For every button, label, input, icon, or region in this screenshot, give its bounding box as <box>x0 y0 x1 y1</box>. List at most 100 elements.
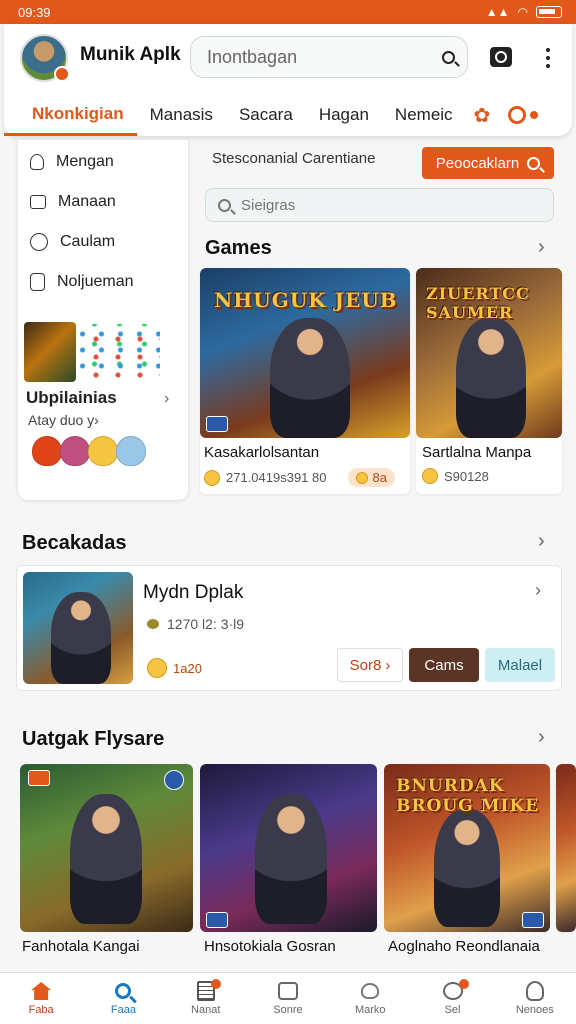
nav-item-sonre[interactable]: Sonre <box>247 973 329 1024</box>
hero-figure <box>51 592 111 684</box>
game-name: Hnsotokiala Gosran <box>204 938 336 955</box>
game-meta-text: S90128 <box>444 468 489 484</box>
nav-item-home[interactable]: Faba <box>0 973 82 1024</box>
cams-button[interactable]: Cams <box>409 648 479 682</box>
chevron-right-icon[interactable]: › <box>164 390 169 408</box>
phone-icon <box>30 273 45 291</box>
game-name: Kasakarlolsantan <box>204 444 320 461</box>
tab-0[interactable]: Nkonkigian <box>4 94 137 136</box>
nav-label: Nanat <box>191 1004 221 1016</box>
app-header: Munik Aplk Nkonkigian Manasis Sacara Hag… <box>4 24 572 136</box>
chevron-right-icon[interactable]: › <box>538 726 545 749</box>
search-bar[interactable] <box>190 36 468 78</box>
wifi-icon: ◠ <box>517 5 528 19</box>
more-menu-button[interactable] <box>540 44 556 72</box>
malael-button[interactable]: Malael <box>485 648 555 682</box>
yellow-emoji-icon <box>88 436 118 466</box>
tab-3[interactable]: Hagan <box>306 94 382 136</box>
info-circle-icon <box>30 233 48 251</box>
app-title: Munik Aplk <box>80 44 181 65</box>
status-bar: 09:39 ▲▲ ◠ <box>0 0 576 24</box>
nav-item-search[interactable]: Faaa <box>82 973 164 1024</box>
ring-icon[interactable] <box>508 106 527 124</box>
game-card[interactable]: ZIUERTCC SAUMER Sartlalna Manpa S90128 <box>416 268 562 494</box>
chevron-right-icon[interactable]: › <box>538 236 545 259</box>
list-item-title: Mydn Dplak <box>143 582 244 603</box>
nav-item-sel[interactable]: Sel <box>411 973 493 1024</box>
game-name: Aoglnaho Reondlanaia <box>388 938 540 955</box>
sidebar-item-caulam[interactable]: Caulam <box>18 222 188 262</box>
promo-image <box>24 322 76 382</box>
sidebar-promo[interactable]: Ubpilainias Atay duo y› › <box>18 318 188 488</box>
camera-icon <box>490 47 512 67</box>
game-art: NHUGUK JEUB <box>200 268 410 438</box>
game-name: Fanhotala Kangai <box>22 938 140 955</box>
chevron-right-icon: › <box>385 656 391 674</box>
platform-badge-icon <box>206 416 228 432</box>
chevron-right-icon[interactable]: › <box>535 580 541 601</box>
tab-bar: Nkonkigian Manasis Sacara Hagan Nemeic ✿ <box>4 94 572 136</box>
sidebar-item-mengan[interactable]: Mengan <box>18 142 188 182</box>
sidebar-item-label: Caulam <box>60 233 116 250</box>
platform-badge-icon <box>206 912 228 928</box>
sidebar-item-noljueman[interactable]: Noljueman <box>18 262 188 302</box>
game-meta: S90128 <box>422 468 489 484</box>
notification-badge <box>210 979 221 989</box>
promo-search-button[interactable]: Peoocaklarn <box>422 147 554 179</box>
nav-item-nenoes[interactable]: Nenoes <box>494 973 576 1024</box>
secondary-search-bar[interactable] <box>205 188 554 222</box>
nav-item-nanat[interactable]: Nanat <box>165 973 247 1024</box>
more-dot-icon <box>546 64 550 68</box>
sidebar-item-manaan[interactable]: Manaan <box>18 182 188 222</box>
list-item-meta-text: 1270 l2: 3·l9 <box>167 616 245 632</box>
content-header: Stesconanial Carentiane <box>212 150 376 167</box>
tab-4[interactable]: Nemeic <box>382 94 466 136</box>
avatar-badge <box>54 66 70 82</box>
emoji-row <box>32 436 146 466</box>
search-input[interactable] <box>207 46 442 68</box>
game-art <box>23 572 133 684</box>
smile-icon <box>204 469 220 486</box>
nav-label: Faba <box>28 1004 54 1016</box>
nav-label: Sel <box>444 1004 461 1016</box>
secondary-search-input[interactable] <box>241 196 553 214</box>
hero-figure <box>270 318 350 438</box>
pink-emoji-icon <box>60 436 90 466</box>
badge-icon <box>28 770 50 786</box>
tab-2[interactable]: Sacara <box>226 94 306 136</box>
chat-check-icon <box>277 981 299 1001</box>
game-logo: BNURDAK BROUG MIKE <box>396 776 540 817</box>
game-art <box>556 764 576 932</box>
bag-icon <box>30 195 46 209</box>
nav-label: Sonre <box>273 1004 303 1016</box>
hero-figure <box>434 809 500 927</box>
game-card[interactable]: Hnsotokiala Gosran <box>200 764 377 972</box>
platform-badge-icon <box>522 912 544 928</box>
battery-icon <box>536 6 562 18</box>
search-icon[interactable] <box>442 50 455 64</box>
signal-icon: ▲▲ <box>485 5 510 19</box>
camera-button[interactable] <box>488 44 514 70</box>
tab-1[interactable]: Manasis <box>137 94 226 136</box>
status-time: 09:39 <box>18 4 51 20</box>
game-card[interactable]: BNURDAK BROUG MIKE Aoglnaho Reondlanaia <box>384 764 550 972</box>
game-art <box>20 764 193 932</box>
sidebar-item-label: Mengan <box>56 153 114 170</box>
flower-icon[interactable]: ✿ <box>474 103 491 128</box>
game-art: ZIUERTCC SAUMER <box>416 268 562 438</box>
nav-label: Nenoes <box>515 1004 554 1016</box>
game-card[interactable]: NHUGUK JEUB Kasakarlolsantan 271.0419s39… <box>200 268 410 494</box>
section-title-games: Games <box>205 237 272 259</box>
game-art: BNURDAK BROUG MIKE <box>384 764 550 932</box>
hero-figure <box>70 794 142 924</box>
chevron-right-icon[interactable]: › <box>538 530 545 553</box>
list-item[interactable]: Mydn Dplak 1270 l2: 3·l9 1a20 › Sor8 › C… <box>16 565 562 691</box>
sort-button[interactable]: Sor8 › <box>337 648 403 682</box>
nav-item-marko[interactable]: Marko <box>329 973 411 1024</box>
search-icon <box>112 981 134 1001</box>
game-card[interactable]: Fanhotala Kangai <box>20 764 193 972</box>
sort-button-label: Sor8 <box>349 656 382 674</box>
game-card-partial[interactable] <box>556 764 576 932</box>
notification-badge <box>459 979 470 989</box>
smile-icon <box>422 468 438 484</box>
